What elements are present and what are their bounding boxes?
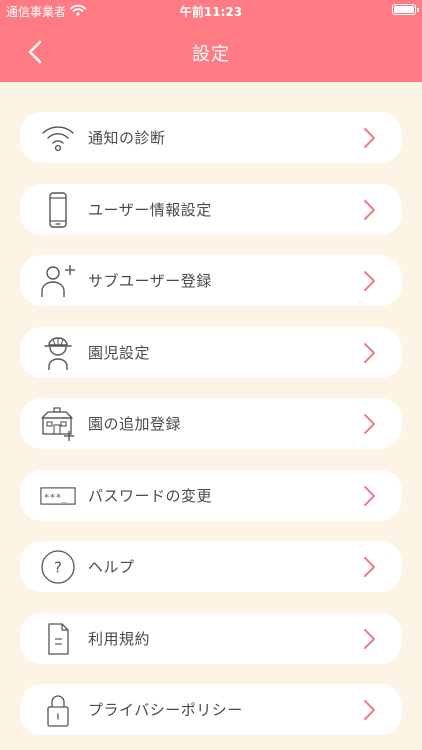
- document-icon: [40, 621, 76, 657]
- menu-item-label: 利用規約: [88, 629, 151, 648]
- menu-item-add-school[interactable]: 園の追加登録: [20, 398, 402, 449]
- page-title: 設定: [192, 44, 230, 65]
- battery-icon: [392, 4, 419, 15]
- chevron-right-icon: [364, 628, 375, 649]
- menu-item-child-settings[interactable]: 園児設定: [20, 326, 402, 378]
- menu-item-user-info[interactable]: ユーザー情報設定: [20, 183, 402, 235]
- lock-icon: [40, 692, 76, 728]
- menu-item-help[interactable]: ? ヘルプ: [20, 541, 402, 592]
- chevron-right-icon: [364, 414, 375, 434]
- chevron-right-icon: [364, 700, 375, 720]
- menu-item-privacy-policy[interactable]: プライバシーポリシー: [20, 684, 402, 735]
- svg-text:?: ?: [54, 559, 62, 577]
- status-bar: 通信事業者 午前11:23: [0, 0, 422, 22]
- menu-item-sub-user[interactable]: サブユーザー登録: [20, 255, 402, 306]
- menu-item-label: パスワードの変更: [88, 486, 213, 505]
- child-hat-icon: [40, 335, 76, 371]
- menu-item-label: 園児設定: [88, 343, 151, 362]
- menu-item-label: ユーザー情報設定: [88, 200, 212, 219]
- menu-item-label: 通知の診断: [88, 129, 166, 147]
- settings-menu: 通知の診断 ユーザー情報設定 サブユーザー登録 園児設定 園の追加登録 ***_…: [20, 112, 402, 750]
- school-add-icon: [40, 406, 76, 442]
- password-icon: ***_: [40, 478, 76, 514]
- chevron-right-icon: [364, 128, 375, 148]
- menu-item-change-password[interactable]: ***_ パスワードの変更: [20, 469, 402, 521]
- svg-text:***_: ***_: [44, 492, 68, 503]
- status-time: 午前11:23: [179, 5, 243, 19]
- add-user-icon: [40, 263, 76, 299]
- help-icon: ?: [40, 549, 76, 585]
- navigation-bar: 設定: [0, 22, 422, 82]
- chevron-right-icon: [364, 557, 375, 577]
- menu-item-terms-of-use[interactable]: 利用規約: [20, 612, 402, 664]
- menu-item-label: サブユーザー登録: [88, 272, 212, 290]
- phone-icon: [40, 191, 76, 228]
- menu-item-label: プライバシーポリシー: [88, 701, 243, 719]
- chevron-right-icon: [364, 199, 375, 220]
- chevron-right-icon: [364, 271, 375, 291]
- chevron-right-icon: [364, 485, 375, 506]
- chevron-right-icon: [364, 342, 375, 363]
- menu-item-notification-diagnosis[interactable]: 通知の診断: [20, 112, 402, 163]
- menu-item-label: ヘルプ: [88, 558, 135, 576]
- menu-item-label: 園の追加登録: [88, 415, 182, 433]
- wifi-icon: [40, 120, 76, 156]
